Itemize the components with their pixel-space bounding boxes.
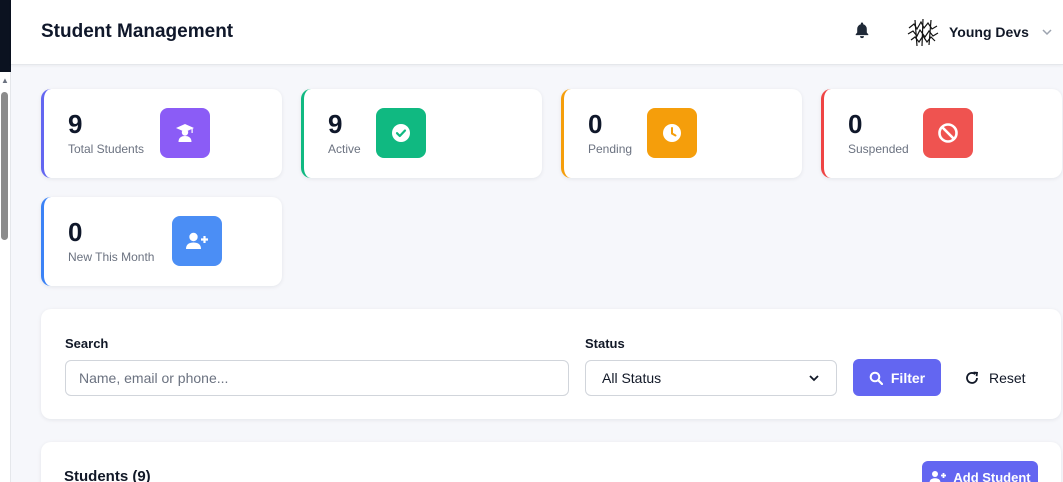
scroll-up-arrow-icon[interactable]: ▲ bbox=[0, 76, 10, 86]
students-title: Students (9) bbox=[64, 468, 151, 482]
search-label: Search bbox=[65, 336, 109, 351]
scrollbar-thumb[interactable] bbox=[1, 92, 8, 240]
filter-button-label: Filter bbox=[890, 369, 926, 386]
stat-card-new-this-month: 0 New This Month bbox=[41, 197, 282, 286]
add-student-label: Add Student bbox=[953, 469, 1031, 482]
user-name: Young Devs bbox=[949, 24, 1029, 40]
filter-button[interactable]: Filter bbox=[853, 359, 941, 396]
chevron-down-icon[interactable] bbox=[1041, 26, 1053, 38]
stat-label: Active bbox=[328, 142, 361, 156]
stat-label: Total Students bbox=[68, 142, 145, 156]
user-plus-icon bbox=[929, 471, 947, 482]
user-menu[interactable]: Young Devs bbox=[905, 16, 1053, 48]
stat-value: 0 bbox=[68, 217, 83, 247]
sidebar-dark-block bbox=[0, 0, 11, 72]
reset-button-label: Reset bbox=[989, 370, 1026, 386]
bell-icon[interactable] bbox=[853, 20, 871, 40]
reset-icon bbox=[966, 371, 979, 384]
avatar bbox=[905, 16, 941, 48]
stat-label: New This Month bbox=[68, 250, 155, 264]
add-student-button[interactable]: Add Student bbox=[922, 461, 1038, 482]
stat-value: 0 bbox=[588, 109, 603, 139]
user-plus-icon bbox=[172, 216, 222, 266]
stat-value: 9 bbox=[68, 109, 83, 139]
clock-icon bbox=[647, 108, 697, 158]
stat-card-suspended: 0 Suspended bbox=[821, 89, 1062, 178]
sidebar-edge: ▲ bbox=[0, 0, 11, 482]
stat-label: Pending bbox=[588, 142, 633, 156]
status-selected-value: All Status bbox=[602, 370, 662, 386]
search-icon bbox=[869, 371, 883, 385]
check-circle-icon bbox=[376, 108, 426, 158]
status-label: Status bbox=[585, 336, 625, 351]
stat-label: Suspended bbox=[848, 142, 909, 156]
stat-card-pending: 0 Pending bbox=[561, 89, 802, 178]
page-title: Student Management bbox=[41, 21, 234, 42]
stat-value: 0 bbox=[848, 109, 863, 139]
reset-button[interactable]: Reset bbox=[965, 367, 1026, 389]
filter-panel: Search Status All Status Filter Reset bbox=[41, 309, 1061, 419]
chevron-down-icon bbox=[809, 375, 819, 382]
status-select[interactable]: All Status bbox=[585, 360, 837, 396]
students-panel: Students (9) Add Student bbox=[41, 442, 1061, 482]
stat-card-total-students: 9 Total Students bbox=[41, 89, 282, 178]
top-header: Student Management Young Devs bbox=[11, 0, 1063, 65]
search-input[interactable] bbox=[65, 360, 569, 396]
ban-icon bbox=[923, 108, 973, 158]
stat-value: 9 bbox=[328, 109, 343, 139]
stat-card-active: 9 Active bbox=[301, 89, 542, 178]
graduate-icon bbox=[160, 108, 210, 158]
